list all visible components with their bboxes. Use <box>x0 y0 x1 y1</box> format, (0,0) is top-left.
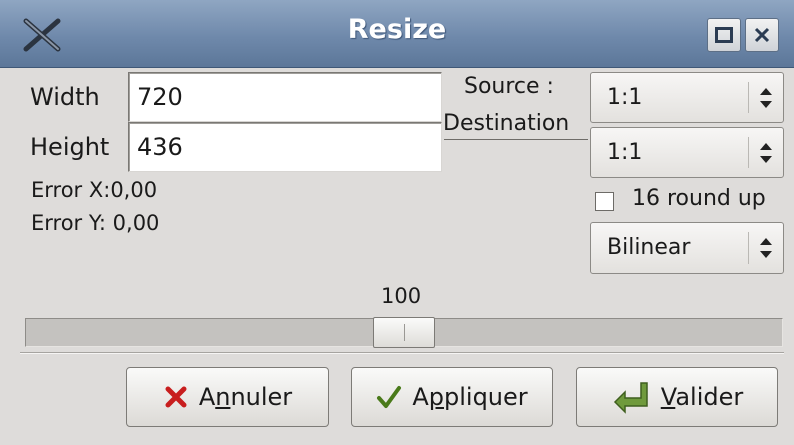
error-x-label: Error X:0,00 <box>31 178 158 202</box>
apply-button[interactable]: Appliquer <box>351 367 553 427</box>
apply-button-label: Appliquer <box>412 383 528 411</box>
ok-button[interactable]: Valider <box>576 367 778 427</box>
square-icon <box>715 27 733 43</box>
scale-slider-thumb[interactable] <box>373 317 435 348</box>
width-field[interactable]: 720 <box>128 72 442 122</box>
filter-value: Bilinear <box>607 235 691 260</box>
error-y-label: Error Y: 0,00 <box>31 211 160 235</box>
window-title: Resize <box>347 14 447 45</box>
source-ratio-value: 1:1 <box>607 85 643 110</box>
up-down-arrows-icon <box>760 238 772 258</box>
ok-button-label: Valider <box>660 383 744 411</box>
round-up-label[interactable]: 16 round up <box>632 186 766 211</box>
slider-grip <box>404 324 405 341</box>
select-separator <box>748 232 749 264</box>
up-down-arrows-icon <box>760 88 772 108</box>
height-field[interactable]: 436 <box>128 122 442 172</box>
destination-label: Destination <box>443 111 570 136</box>
round-up-checkbox[interactable] <box>595 192 614 211</box>
scale-value-label: 100 <box>381 284 422 308</box>
maximize-button[interactable] <box>707 18 741 52</box>
checkmark-icon <box>377 386 402 408</box>
enter-arrow-icon <box>613 382 648 414</box>
source-destination-divider <box>444 139 588 140</box>
destination-ratio-select[interactable]: 1:1 <box>590 127 784 178</box>
filter-select[interactable]: Bilinear <box>590 222 784 274</box>
source-ratio-select[interactable]: 1:1 <box>590 72 784 123</box>
red-x-icon <box>165 386 187 408</box>
button-separator <box>20 352 784 354</box>
select-separator <box>748 137 749 168</box>
width-label: Width <box>30 83 100 111</box>
height-label: Height <box>30 133 110 161</box>
up-down-arrows-icon <box>760 143 772 163</box>
destination-ratio-value: 1:1 <box>607 140 643 165</box>
cancel-button-label: Annuler <box>198 383 293 411</box>
title-bar[interactable]: Resize <box>0 0 794 68</box>
close-icon <box>754 27 770 43</box>
select-separator <box>748 82 749 113</box>
close-button[interactable] <box>745 18 779 52</box>
cancel-button[interactable]: Annuler <box>126 367 329 427</box>
source-label: Source : <box>464 74 554 99</box>
